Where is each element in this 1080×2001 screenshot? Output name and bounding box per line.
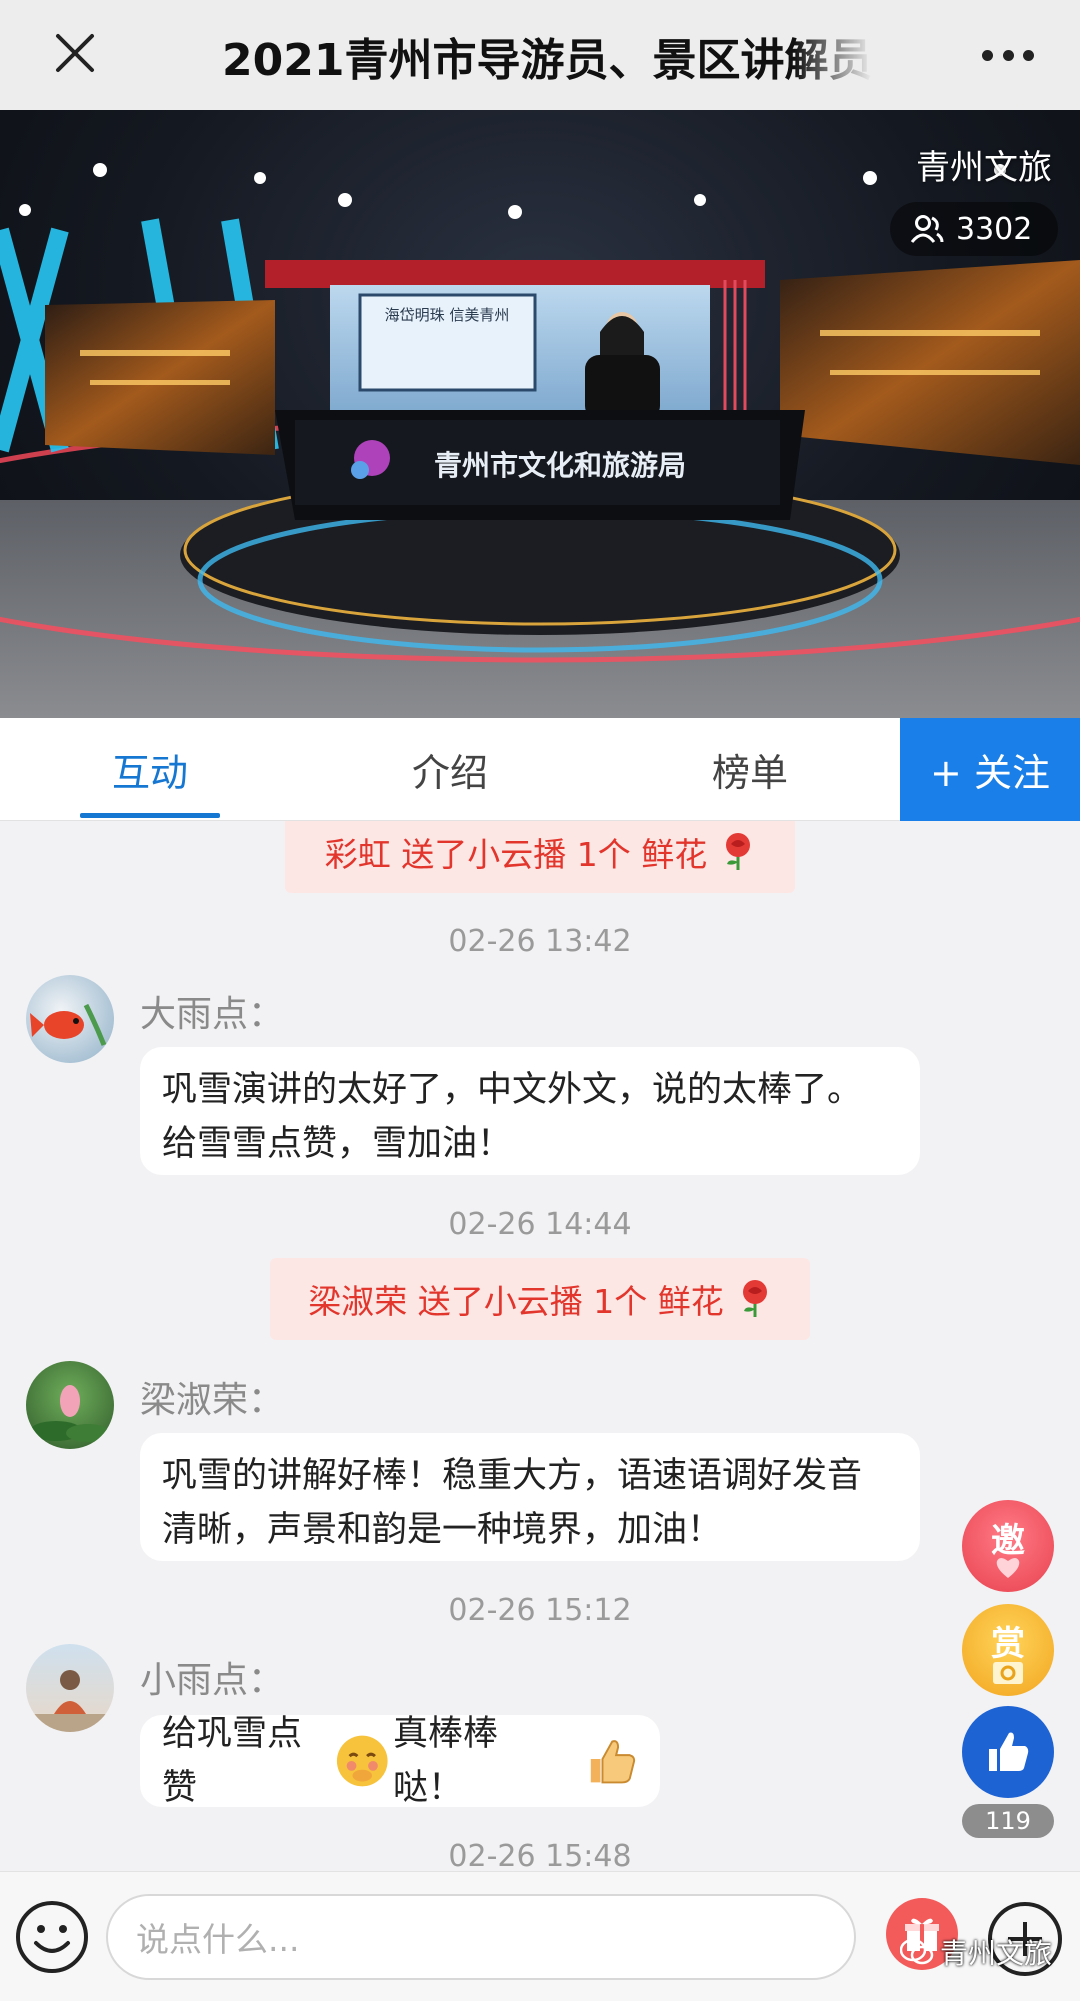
more-options-icon[interactable]: [982, 40, 1034, 70]
avatar[interactable]: [26, 975, 114, 1063]
message-bubble: 巩雪的讲解好棒！稳重大方，语速语调好发音 清晰，声景和韵是一种境界，加油！: [140, 1433, 920, 1561]
like-button[interactable]: [962, 1706, 1054, 1798]
message-line: 给雪雪点赞，雪加油！: [162, 1124, 513, 1164]
coin-icon: [993, 1662, 1023, 1684]
avatar[interactable]: [26, 1361, 114, 1449]
chat-feed[interactable]: 彩虹 送了小云播 1个 鲜花 02-26 13:42 大雨点： 巩雪演讲的太好了…: [0, 821, 1080, 1871]
blushing-emoji-icon: [337, 1735, 389, 1787]
close-icon[interactable]: [50, 28, 100, 78]
reward-button[interactable]: 赏: [962, 1604, 1054, 1696]
tab-intro[interactable]: 介绍: [330, 718, 570, 821]
viewer-count: 3302: [956, 211, 1033, 247]
wechat-icon: [900, 1938, 934, 1965]
live-video[interactable]: 海岱明珠 信美青州 青州市文化和旅游局 青州文旅 3302: [0, 110, 1080, 718]
username: 小雨点：: [140, 1660, 285, 1701]
message-text: 真棒棒哒！: [392, 1714, 498, 1808]
timestamp: 02-26 14:44: [448, 1207, 632, 1242]
message-text: 给巩雪点赞: [162, 1714, 303, 1808]
tab-active-indicator: [80, 813, 220, 818]
people-icon: [910, 215, 944, 243]
follow-button[interactable]: + 关注: [900, 718, 1080, 821]
tab-ranking[interactable]: 榜单: [630, 718, 870, 821]
message-line: 巩雪演讲的太好了，中文外文，说的太棒了。: [162, 1070, 863, 1110]
message-bubble: 巩雪演讲的太好了，中文外文，说的太棒了。 给雪雪点赞，雪加油！: [140, 1047, 920, 1175]
thumbs-up-icon: [989, 1732, 1029, 1771]
person-avatar-image: [26, 1670, 114, 1732]
emoji-icon[interactable]: [14, 1899, 90, 1975]
bottom-bar: 说点什么... 青州文旅: [0, 1871, 1080, 2001]
message-line: 清晰，声景和韵是一种境界，加油！: [162, 1510, 723, 1550]
like-count: 119: [962, 1804, 1054, 1838]
gift-text: 梁淑荣 送了小云播 1个 鲜花: [308, 1282, 724, 1321]
tab-interact[interactable]: 互动: [30, 718, 270, 821]
username: 梁淑荣：: [140, 1380, 285, 1421]
page-title: 2021青州市导游员、景区讲解员: [222, 35, 872, 86]
username: 大雨点：: [140, 994, 285, 1035]
lotus-avatar-image: [30, 1385, 110, 1442]
heart-icon: [996, 1558, 1020, 1578]
watermark: 青州文旅: [900, 1932, 1052, 1972]
message-line: 巩雪的讲解好棒！稳重大方，语速语调好发音: [162, 1456, 863, 1496]
gift-notice: 梁淑荣 送了小云播 1个 鲜花: [270, 1258, 810, 1340]
desk-logo-text: 青州市文化和旅游局: [434, 449, 686, 482]
goldfish-avatar-image: [30, 1003, 107, 1046]
channel-name: 青州文旅: [916, 148, 1052, 188]
avatar[interactable]: [26, 1644, 114, 1732]
thumbs-up-emoji-icon: [591, 1740, 636, 1784]
gift-text: 彩虹 送了小云播 1个 鲜花: [324, 835, 708, 874]
timestamp: 02-26 13:42: [448, 924, 632, 959]
timestamp: 02-26 15:48: [448, 1839, 632, 1871]
watermark-text: 青州文旅: [940, 1937, 1053, 1970]
top-bar: 2021青州市导游员、景区讲解员: [0, 0, 1080, 110]
invite-button[interactable]: 邀: [962, 1500, 1054, 1592]
timestamp: 02-26 15:12: [448, 1593, 632, 1628]
comment-input[interactable]: 说点什么...: [106, 1894, 856, 1980]
viewer-count-badge: 3302: [890, 202, 1058, 256]
screen-slogan: 海岱明珠 信美青州: [385, 306, 510, 324]
gift-notice: 彩虹 送了小云播 1个 鲜花: [285, 821, 795, 893]
rose-icon: [742, 1280, 767, 1317]
rose-icon: [726, 833, 751, 870]
message-bubble: 给巩雪点赞 真棒棒哒！: [140, 1714, 660, 1808]
